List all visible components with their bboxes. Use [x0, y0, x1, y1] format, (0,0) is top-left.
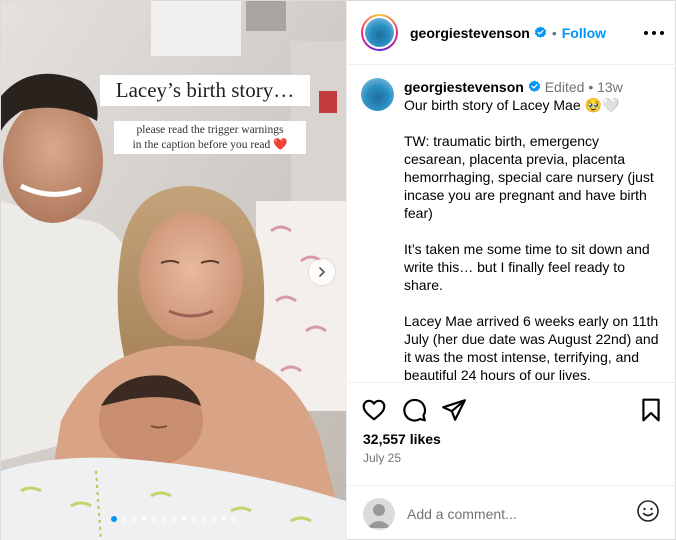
caption-header: georgiestevenson Edited • 13w: [404, 78, 664, 96]
next-slide-button[interactable]: [309, 259, 335, 285]
carousel-dot: [160, 516, 167, 522]
verified-badge-icon: [528, 80, 541, 92]
post-date[interactable]: July 25: [363, 451, 401, 465]
caption-paragraph: It’s taken me some time to sit down and …: [404, 241, 650, 293]
caption-username[interactable]: georgiestevenson: [404, 79, 524, 95]
post-dialog: Lacey’s birth story… please read the tri…: [0, 0, 676, 540]
carousel-dot: [120, 516, 127, 522]
carousel-dot: [230, 516, 237, 522]
edited-label: Edited: [544, 79, 585, 95]
post-side-panel: georgiestevenson • Follow georgiestevens…: [346, 1, 676, 540]
avatar[interactable]: [361, 14, 398, 51]
carousel-dot: [200, 516, 207, 522]
action-bar: [361, 397, 664, 423]
slide-subtitle-text: please read the trigger warnings in the …: [114, 121, 306, 154]
caption-separator: •: [588, 79, 594, 95]
comment-input[interactable]: [407, 505, 617, 522]
caption-body: georgiestevenson Edited • 13w Our birth …: [404, 78, 664, 382]
header-separator: •: [551, 24, 557, 41]
header-username[interactable]: georgiestevenson: [410, 25, 530, 41]
likes-count[interactable]: 32,557 likes: [363, 431, 441, 447]
profile-picture: [365, 18, 394, 47]
post-caption: georgiestevenson Edited • 13w Our birth …: [347, 66, 676, 382]
caption-paragraph: TW: traumatic birth, emergency cesarean,…: [404, 133, 654, 221]
share-icon[interactable]: [441, 397, 467, 423]
heart-icon[interactable]: [361, 397, 387, 423]
caption-avatar[interactable]: [361, 78, 394, 111]
carousel-dot: [130, 516, 137, 522]
slide-title-text: Lacey’s birth story…: [100, 75, 310, 106]
chevron-right-icon: [319, 267, 325, 277]
verified-badge-icon: [534, 26, 547, 38]
comment-bar: [347, 485, 676, 540]
carousel-dot: [190, 516, 197, 522]
follow-button[interactable]: Follow: [562, 25, 606, 41]
post-header: georgiestevenson • Follow: [347, 1, 676, 65]
carousel-dot: [180, 516, 187, 522]
post-age[interactable]: 13w: [597, 79, 623, 95]
slide-subtitle-line: in the caption before you read ❤️: [132, 139, 288, 151]
carousel-dot: [170, 516, 177, 522]
carousel-dot: [210, 516, 217, 522]
default-user-icon: [367, 503, 391, 528]
more-options-icon[interactable]: [644, 24, 664, 42]
carousel-dot: [150, 516, 157, 522]
carousel-dot: [110, 516, 117, 522]
engagement-section: 32,557 likes July 25: [347, 382, 676, 482]
carousel-dot: [140, 516, 147, 522]
slide-subtitle-line: please read the trigger warnings: [136, 124, 284, 136]
post-media[interactable]: Lacey’s birth story… please read the tri…: [1, 1, 346, 540]
bookmark-icon[interactable]: [638, 397, 664, 423]
caption-paragraph: Lacey Mae arrived 6 weeks early on 11th …: [404, 313, 659, 382]
carousel-dot: [220, 516, 227, 522]
emoji-icon[interactable]: [636, 499, 660, 523]
comment-icon[interactable]: [401, 397, 427, 423]
carousel-indicators: [1, 516, 346, 522]
caption-first-line: Our birth story of Lacey Mae 🥹🤍: [404, 97, 620, 113]
avatar: [363, 497, 395, 530]
